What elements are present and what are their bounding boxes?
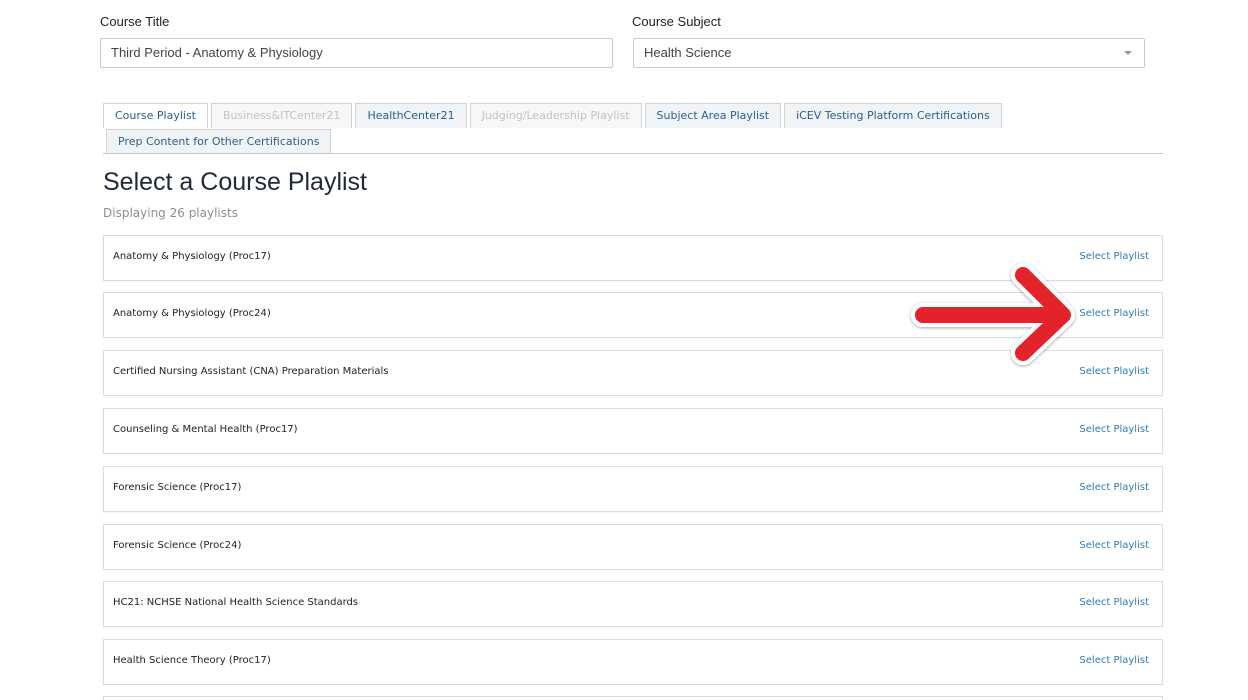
playlist-name: Certified Nursing Assistant (CNA) Prepar…	[113, 366, 389, 377]
tab-icev-testing[interactable]: iCEV Testing Platform Certifications	[784, 103, 1002, 128]
list-item: Counseling & Mental Health (Proc17) Sele…	[103, 408, 1163, 454]
course-title-label: Course Title	[100, 14, 170, 29]
select-playlist-button[interactable]: Select Playlist	[1079, 251, 1149, 262]
select-playlist-button[interactable]: Select Playlist	[1079, 597, 1149, 608]
select-playlist-button[interactable]: Select Playlist	[1079, 366, 1149, 377]
tab-subject-area[interactable]: Subject Area Playlist	[644, 103, 782, 128]
playlist-count: Displaying 26 playlists	[103, 206, 238, 220]
tab-health-center[interactable]: HealthCenter21	[355, 103, 467, 128]
playlist-tabs-row-1: Course Playlist Business&ITCenter21 Heal…	[103, 103, 1002, 128]
tab-business-it-center: Business&ITCenter21	[211, 103, 353, 128]
tabs-divider	[103, 153, 1163, 154]
playlist-tabs-row-2: Prep Content for Other Certifications	[106, 129, 332, 154]
list-item	[103, 696, 1163, 700]
chevron-down-icon	[1124, 51, 1132, 55]
select-playlist-button[interactable]: Select Playlist	[1079, 655, 1149, 666]
playlist-name: Health Science Theory (Proc17)	[113, 655, 271, 666]
list-item: HC21: NCHSE National Health Science Stan…	[103, 581, 1163, 627]
playlist-name: Anatomy & Physiology (Proc17)	[113, 251, 271, 262]
list-item: Health Science Theory (Proc17) Select Pl…	[103, 639, 1163, 685]
playlist-name: Counseling & Mental Health (Proc17)	[113, 424, 298, 435]
select-playlist-button[interactable]: Select Playlist	[1079, 482, 1149, 493]
page-title: Select a Course Playlist	[103, 168, 368, 196]
course-title-input[interactable]: Third Period - Anatomy & Physiology	[100, 38, 613, 68]
course-subject-value: Health Science	[644, 45, 732, 60]
select-playlist-button[interactable]: Select Playlist	[1079, 540, 1149, 551]
playlist-name: Forensic Science (Proc17)	[113, 482, 242, 493]
tab-judging-leadership: Judging/Leadership Playlist	[469, 103, 642, 128]
playlist-name: Forensic Science (Proc24)	[113, 540, 242, 551]
course-subject-label: Course Subject	[632, 14, 721, 29]
list-item: Forensic Science (Proc24) Select Playlis…	[103, 524, 1163, 570]
playlist-name: HC21: NCHSE National Health Science Stan…	[113, 597, 359, 608]
playlist-name: Anatomy & Physiology (Proc24)	[113, 308, 271, 319]
red-arrow-icon	[911, 263, 1075, 365]
tab-course-playlist[interactable]: Course Playlist	[103, 103, 208, 128]
list-item: Forensic Science (Proc17) Select Playlis…	[103, 466, 1163, 512]
select-playlist-button[interactable]: Select Playlist	[1079, 424, 1149, 435]
course-subject-select[interactable]: Health Science	[633, 38, 1145, 68]
select-playlist-button[interactable]: Select Playlist	[1079, 308, 1149, 319]
tab-prep-content[interactable]: Prep Content for Other Certifications	[106, 129, 332, 154]
